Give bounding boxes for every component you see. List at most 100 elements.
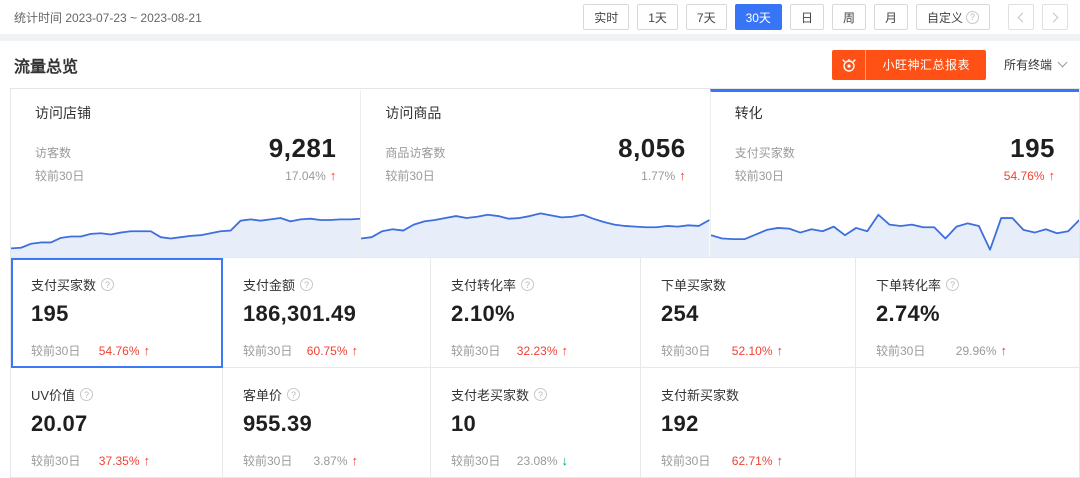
next-period-button[interactable] [1042,4,1068,30]
change-value: 54.76% [99,344,140,358]
top-toolbar: 统计时间 2023-07-23 ~ 2023-08-21 实时 1天 7天 30… [0,0,1080,34]
change-value: 23.08% [517,454,558,468]
metric-value: 2.74% [876,301,1059,327]
compare-label: 较前30日 [451,452,500,469]
summary-report-label: 小旺神汇总报表 [866,56,986,73]
traffic-overview-panel: 访问店铺 访客数 9,281 较前30日 17.04%↑ 访问商品 商品访客数 … [10,88,1080,478]
change-value: 54.76% [1004,169,1045,183]
metric-cell-empty [856,368,1079,478]
sparkline-chart [11,187,360,257]
metric-name: 支付新买家数 [661,385,739,404]
compare-label: 较前30日 [243,452,292,469]
chevron-down-icon [1058,58,1068,68]
overview-card-visit-shop[interactable]: 访问店铺 访客数 9,281 较前30日 17.04%↑ [11,89,360,257]
metric-value: 20.07 [31,411,202,437]
sparkline-chart [361,187,709,257]
range-button-30d[interactable]: 30天 [735,4,782,30]
up-arrow-icon: ↑ [352,343,359,358]
range-button-custom[interactable]: 自定义 ? [916,4,990,30]
help-icon[interactable]: ? [80,388,93,401]
up-arrow-icon: ↑ [144,343,151,358]
change-value: 37.35% [99,454,140,468]
metric-cell-pay-buyers[interactable]: 支付买家数? 195 较前30日54.76%↑ [11,258,223,368]
change-value: 60.75% [307,344,348,358]
change-value: 32.23% [517,344,558,358]
range-button-month[interactable]: 月 [874,4,908,30]
help-icon[interactable]: ? [521,278,534,291]
help-icon[interactable]: ? [300,278,313,291]
custom-range-label: 自定义 [927,9,963,26]
range-button-week[interactable]: 周 [832,4,866,30]
up-arrow-icon: ↑ [562,343,569,358]
metric-cell-avg-order-value[interactable]: 客单价? 955.39 较前30日 3.87% ↑ [223,368,431,478]
stat-time-label: 统计时间 2023-07-23 ~ 2023-08-21 [14,9,202,26]
metric-value: 195 [31,301,202,327]
metric-name: 客单价 [243,385,282,404]
up-arrow-icon: ↑ [1001,343,1008,358]
metric-name: 支付转化率 [451,275,516,294]
metric-value: 195 [1010,135,1055,161]
metric-name: 支付金额 [243,275,295,294]
help-icon[interactable]: ? [534,388,547,401]
metric-cell-pay-new-buyers[interactable]: 支付新买家数 192 较前30日62.71%↑ [641,368,856,478]
sparkline-chart [711,187,1079,257]
metric-name: 支付老买家数 [451,385,529,404]
metric-cell-order-conversion-rate[interactable]: 下单转化率? 2.74% 较前30日29.96%↑ [856,258,1079,368]
chevron-left-icon [1018,12,1028,22]
card-title: 访问店铺 [11,103,360,123]
date-range-group: 实时 1天 7天 30天 日 周 月 自定义 ? [583,4,1068,30]
mascot-alarm-icon [832,50,866,80]
metric-cell-uv-value[interactable]: UV价值? 20.07 较前30日 37.35% ↑ [11,368,223,478]
compare-label: 较前30日 [35,167,84,184]
metric-value: 955.39 [243,411,410,437]
range-button-1d[interactable]: 1天 [637,4,678,30]
prev-period-button[interactable] [1008,4,1034,30]
metric-cell-order-buyers[interactable]: 下单买家数 254 较前30日52.10%↑ [641,258,856,368]
help-icon[interactable]: ? [946,278,959,291]
chevron-right-icon [1049,12,1059,22]
metric-value: 9,281 [269,135,337,161]
help-icon[interactable]: ? [287,388,300,401]
metric-cell-pay-conversion-rate[interactable]: 支付转化率? 2.10% 较前30日32.23%↑ [431,258,641,368]
range-button-day[interactable]: 日 [790,4,824,30]
page-title: 流量总览 [14,53,78,77]
compare-label: 较前30日 [876,342,925,359]
up-arrow-icon: ↑ [679,168,686,183]
metric-value: 8,056 [618,135,686,161]
help-icon[interactable]: ? [101,278,114,291]
terminal-selector[interactable]: 所有终端 [1004,56,1066,73]
metric-cell-pay-amount[interactable]: 支付金额? 186,301.49 较前30日60.75%↑ [223,258,431,368]
metric-value: 10 [451,411,620,437]
compare-label: 较前30日 [451,342,500,359]
section-header-right: 小旺神汇总报表 所有终端 [832,50,1066,80]
card-title: 访问商品 [361,103,709,123]
overview-card-conversion[interactable]: 转化 支付买家数 195 较前30日 54.76%↑ [710,89,1079,257]
metric-cell-pay-old-buyers[interactable]: 支付老买家数? 10 较前30日23.08%↓ [431,368,641,478]
metrics-grid: 支付买家数? 195 较前30日54.76%↑ 支付金额? 186,301.49… [11,257,1079,478]
compare-label: 较前30日 [31,452,80,469]
compare-label: 较前30日 [661,342,710,359]
metric-label: 访客数 [35,144,71,161]
range-button-7d[interactable]: 7天 [686,4,727,30]
range-button-realtime[interactable]: 实时 [583,4,629,30]
up-arrow-icon: ↑ [144,453,151,468]
up-arrow-icon: ↑ [777,453,784,468]
overview-card-visit-product[interactable]: 访问商品 商品访客数 8,056 较前30日 1.77%↑ [360,89,709,257]
terminal-selected-label: 所有终端 [1004,56,1052,73]
up-arrow-icon: ↑ [352,453,359,468]
change-value: 1.77% [641,169,675,183]
compare-label: 较前30日 [385,167,434,184]
compare-label: 较前30日 [661,452,710,469]
section-header: 流量总览 小旺神汇总报表 所有终端 [0,41,1080,88]
metric-value: 254 [661,301,835,327]
change-value: 3.87% [313,454,347,468]
change-value: 52.10% [732,344,773,358]
metric-value: 186,301.49 [243,301,410,327]
change-value: 62.71% [732,454,773,468]
metric-name: 下单买家数 [661,275,726,294]
change-value: 29.96% [956,344,997,358]
change-value: 17.04% [285,169,326,183]
compare-label: 较前30日 [31,342,80,359]
summary-report-button[interactable]: 小旺神汇总报表 [832,50,986,80]
metric-name: UV价值 [31,385,75,404]
